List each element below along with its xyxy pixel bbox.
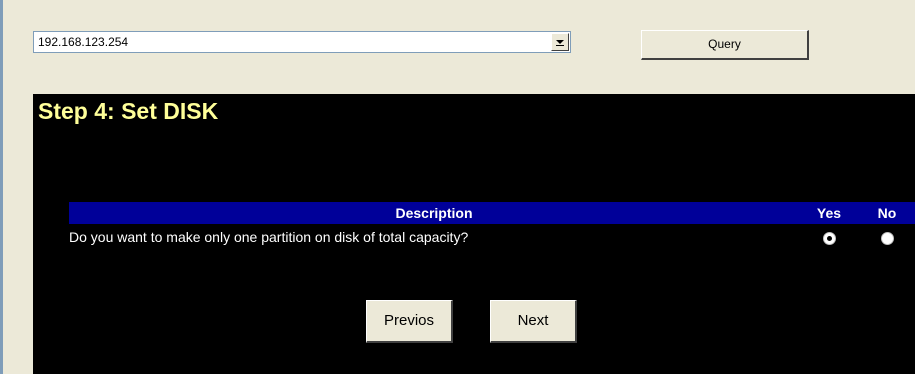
yes-cell — [799, 224, 859, 250]
page-title: Step 4: Set DISK — [38, 98, 219, 124]
header-yes: Yes — [799, 202, 859, 224]
yes-radio[interactable] — [822, 231, 836, 245]
question-table: Description Yes No Do you want to make o… — [69, 202, 915, 250]
question-text: Do you want to make only one partition o… — [69, 229, 469, 245]
header-description: Description — [69, 202, 799, 224]
no-cell — [859, 224, 915, 250]
previous-button[interactable]: Previos — [366, 300, 453, 343]
host-select-value: 192.168.123.254 — [38, 35, 129, 49]
host-select[interactable]: 192.168.123.254 — [33, 31, 571, 53]
table-header-row: Description Yes No — [69, 202, 915, 224]
table-row: Do you want to make only one partition o… — [69, 224, 915, 250]
query-button[interactable]: Query — [641, 30, 809, 60]
wizard-panel: Step 4: Set DISK Description Yes No Do y… — [33, 94, 915, 374]
toolbar: 192.168.123.254 Query — [0, 0, 915, 78]
next-button[interactable]: Next — [490, 300, 577, 343]
no-radio[interactable] — [880, 231, 894, 245]
chevron-down-icon[interactable] — [551, 33, 569, 51]
header-no: No — [859, 202, 915, 224]
